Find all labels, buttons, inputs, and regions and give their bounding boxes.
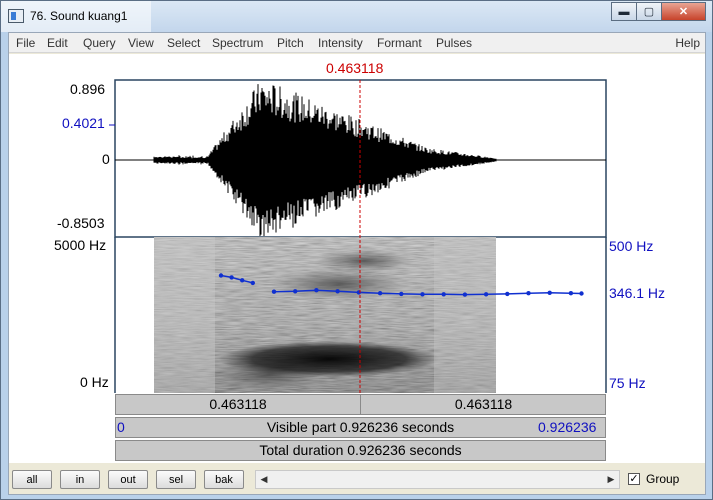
menu-pulses[interactable]: Pulses xyxy=(436,36,472,50)
zoom-all-button[interactable]: all xyxy=(12,470,52,489)
group-label: Group xyxy=(646,472,680,486)
bottom-toolbar: all in out sel bak ◀ ▶ ✓ Group xyxy=(9,465,705,494)
group-checkbox[interactable]: ✓ xyxy=(628,473,640,485)
menu-file[interactable]: File xyxy=(16,36,35,50)
menu-edit[interactable]: Edit xyxy=(47,36,68,50)
selection-bar[interactable]: 0.463118 0.463118 xyxy=(115,394,606,415)
pitch-point xyxy=(526,291,531,296)
pitch-point xyxy=(377,291,383,296)
pitch-point xyxy=(441,292,446,297)
pitch-point xyxy=(240,278,245,283)
spectrogram-silence-left xyxy=(154,237,215,393)
horizontal-scrollbar[interactable]: ◀ ▶ xyxy=(255,470,620,489)
pitch-point xyxy=(399,291,404,297)
visible-start-label: 0 xyxy=(117,419,125,435)
menu-spectrum[interactable]: Spectrum xyxy=(212,36,263,50)
menu-formant[interactable]: Formant xyxy=(377,36,422,50)
pitch-point xyxy=(505,291,510,297)
pitch-point xyxy=(293,289,298,294)
right-segment-label[interactable]: 0.463118 xyxy=(362,395,605,414)
zoom-in-button[interactable]: in xyxy=(60,470,100,489)
zoom-back-button[interactable]: bak xyxy=(204,470,244,489)
pitch-point xyxy=(483,292,489,297)
visible-part-bar[interactable]: Visible part 0.926236 seconds xyxy=(115,417,606,438)
menu-view[interactable]: View xyxy=(128,36,154,50)
pitch-point xyxy=(547,290,552,295)
pitch-point xyxy=(218,273,224,278)
pitch-point xyxy=(420,292,425,297)
menu-query[interactable]: Query xyxy=(83,36,116,50)
spectrogram-silence-right xyxy=(434,237,496,393)
formant-band-f2 xyxy=(269,268,409,300)
menu-intensity[interactable]: Intensity xyxy=(318,36,363,50)
menu-pitch[interactable]: Pitch xyxy=(277,36,304,50)
editor-client-area: File Edit Query View Select Spectrum Pit… xyxy=(8,32,706,495)
pitch-point xyxy=(568,291,574,296)
left-segment-label[interactable]: 0.463118 xyxy=(116,395,361,414)
visible-end-label: 0.926236 xyxy=(538,419,597,435)
scroll-left-arrow-icon[interactable]: ◀ xyxy=(256,471,272,488)
pitch-point xyxy=(462,292,468,297)
zoom-selection-button[interactable]: sel xyxy=(156,470,196,489)
zoom-out-button[interactable]: out xyxy=(108,470,148,489)
total-duration-bar[interactable]: Total duration 0.926236 seconds xyxy=(115,440,606,461)
scroll-right-arrow-icon[interactable]: ▶ xyxy=(603,471,619,488)
close-button[interactable]: ✕ xyxy=(661,2,706,21)
maximize-button[interactable]: ▢ xyxy=(636,2,662,21)
sound-drawing-area[interactable]: 0.463118 0.896 0.4021 0 -0.8503 5000 Hz … xyxy=(9,54,705,463)
pitch-point xyxy=(314,288,319,293)
title-bar[interactable]: 76. Sound kuang1 ▬ ▢ ✕ xyxy=(1,1,712,32)
pitch-point xyxy=(271,289,277,294)
pitch-point xyxy=(229,275,234,280)
pitch-point xyxy=(250,280,255,286)
window-title: 76. Sound kuang1 xyxy=(30,9,128,23)
sound-editor-window: 76. Sound kuang1 ▬ ▢ ✕ File Edit Query V… xyxy=(0,0,713,500)
menu-help[interactable]: Help xyxy=(675,36,700,50)
menu-select[interactable]: Select xyxy=(167,36,200,50)
pitch-point xyxy=(335,289,340,294)
formant-band-f3 xyxy=(314,249,414,273)
pitch-point xyxy=(579,291,584,296)
formant-band-f1 xyxy=(219,341,439,377)
menu-bar: File Edit Query View Select Spectrum Pit… xyxy=(9,33,705,53)
minimize-button[interactable]: ▬ xyxy=(611,2,637,21)
app-icon xyxy=(8,9,24,23)
